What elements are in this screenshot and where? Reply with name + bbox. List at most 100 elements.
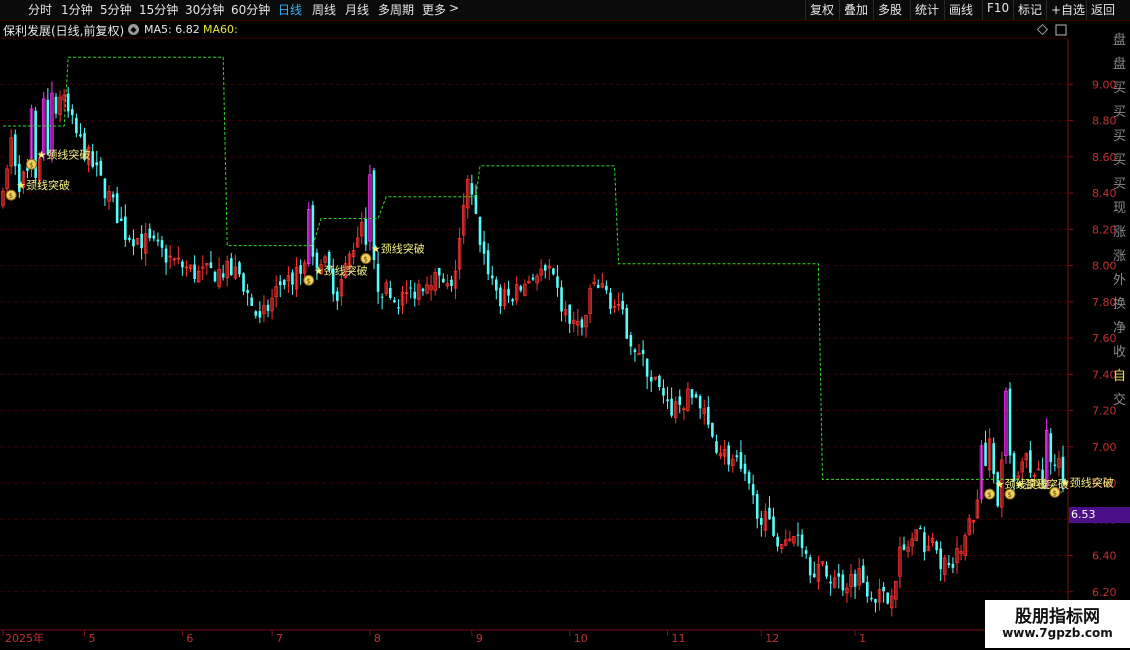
candle-body: [829, 581, 832, 584]
candle-body: [947, 563, 951, 566]
candle-body: [490, 275, 494, 279]
candle-body: [54, 96, 58, 114]
candle-body: [776, 536, 779, 547]
candle-body: [164, 248, 168, 263]
candle-body: [336, 291, 339, 301]
kline-chart[interactable]: 9.008.808.608.408.208.007.807.607.407.20…: [0, 0, 1130, 650]
breakout-label: ★颈线突破: [371, 242, 425, 256]
side-quote-label: 自: [1113, 369, 1127, 384]
side-quote-label: 外: [1113, 273, 1127, 288]
side-quote-label: 买: [1113, 105, 1127, 120]
candle-body: [478, 216, 482, 246]
candle-body: [939, 548, 942, 570]
breakout-marker: $★颈线突破: [5, 178, 70, 201]
money-bag-symbol: $: [306, 277, 310, 285]
candle-body: [923, 532, 926, 552]
candle-body: [278, 281, 282, 286]
candle-body: [609, 292, 612, 309]
candle-body: [552, 268, 555, 275]
candle-body: [641, 349, 645, 355]
candle-body: [409, 287, 412, 289]
candle-body: [511, 299, 514, 302]
candle-body: [698, 395, 702, 409]
candle-body: [66, 93, 70, 112]
candle-body: [580, 319, 584, 328]
diamond-icon: [1036, 23, 1049, 36]
watermark-logo: 股朋指标网 www.7gpzb.com: [985, 600, 1130, 648]
money-bag-symbol: $: [363, 256, 367, 264]
money-bag-symbol: $: [987, 491, 991, 499]
candle-body: [156, 239, 160, 242]
breakout-marker: $ ★颈线突破: [360, 242, 425, 265]
money-bag-symbol: $: [1052, 489, 1056, 497]
money-bag-symbol: $: [1008, 491, 1012, 499]
candle-body: [568, 304, 571, 324]
candle-body: [690, 389, 694, 398]
candle-body: [437, 267, 441, 276]
candle-body: [132, 239, 135, 247]
candle-body: [299, 265, 302, 274]
candle-body: [866, 582, 869, 597]
candle-body: [886, 592, 889, 604]
candle-body: [662, 388, 665, 396]
candle-body: [1049, 433, 1053, 463]
x-tick-label: 8: [374, 632, 381, 645]
candle-body: [242, 273, 245, 292]
candle-body: [751, 484, 755, 496]
candle-body: [837, 573, 841, 577]
candle-body: [735, 455, 739, 458]
candle-body: [376, 263, 380, 292]
candle-body: [874, 598, 877, 603]
candle-body: [213, 271, 217, 282]
candle-body: [621, 300, 624, 310]
candle-body: [800, 534, 804, 548]
candle-body: [633, 349, 637, 353]
candle-body: [91, 151, 94, 167]
candle-body: [629, 335, 633, 347]
candle-body: [1053, 464, 1057, 466]
x-tick-label: 12: [765, 632, 779, 645]
candle-body: [254, 311, 258, 316]
watermark-url: www.7gpzb.com: [1002, 626, 1113, 640]
candle-body: [870, 597, 873, 600]
side-quote-label: 盘: [1113, 33, 1127, 48]
candle-body: [266, 304, 270, 311]
candle-body: [768, 507, 771, 520]
candle-body: [1008, 388, 1012, 456]
side-quote-label: 收: [1113, 345, 1127, 360]
candle-body: [556, 276, 559, 288]
candle-body: [495, 279, 498, 291]
window-toggle-icon: [1055, 24, 1067, 36]
candle-body: [739, 452, 743, 469]
breakout-marker: $★颈线突破: [1049, 475, 1114, 498]
x-tick-label: 11: [672, 632, 686, 645]
candle-body: [902, 544, 906, 550]
candle-body: [389, 287, 392, 298]
candle-body: [760, 518, 763, 525]
candle-body: [596, 284, 600, 288]
candle-body: [711, 422, 714, 437]
candle-body: [482, 241, 486, 254]
candle-body: [238, 262, 241, 275]
candle-body: [397, 307, 400, 309]
candle-body: [808, 557, 812, 576]
candle-body: [124, 216, 127, 240]
candle-body: [678, 396, 682, 405]
candle-body: [560, 287, 563, 312]
candle-body: [393, 299, 396, 303]
candle-body: [364, 218, 368, 245]
candle-body: [625, 308, 629, 339]
x-tick-label: 6: [186, 632, 193, 645]
candle-body: [670, 398, 673, 416]
candle-body: [140, 233, 143, 249]
side-quote-label: 涨: [1113, 225, 1127, 240]
candle-body: [1029, 450, 1032, 473]
candle-body: [747, 472, 751, 484]
candle-body: [250, 297, 253, 306]
candle-body: [707, 406, 710, 425]
candle-body: [507, 288, 510, 296]
candle-body: [804, 550, 808, 554]
candle-body: [666, 399, 669, 402]
candle-body: [13, 134, 17, 167]
candle-body: [421, 288, 425, 292]
